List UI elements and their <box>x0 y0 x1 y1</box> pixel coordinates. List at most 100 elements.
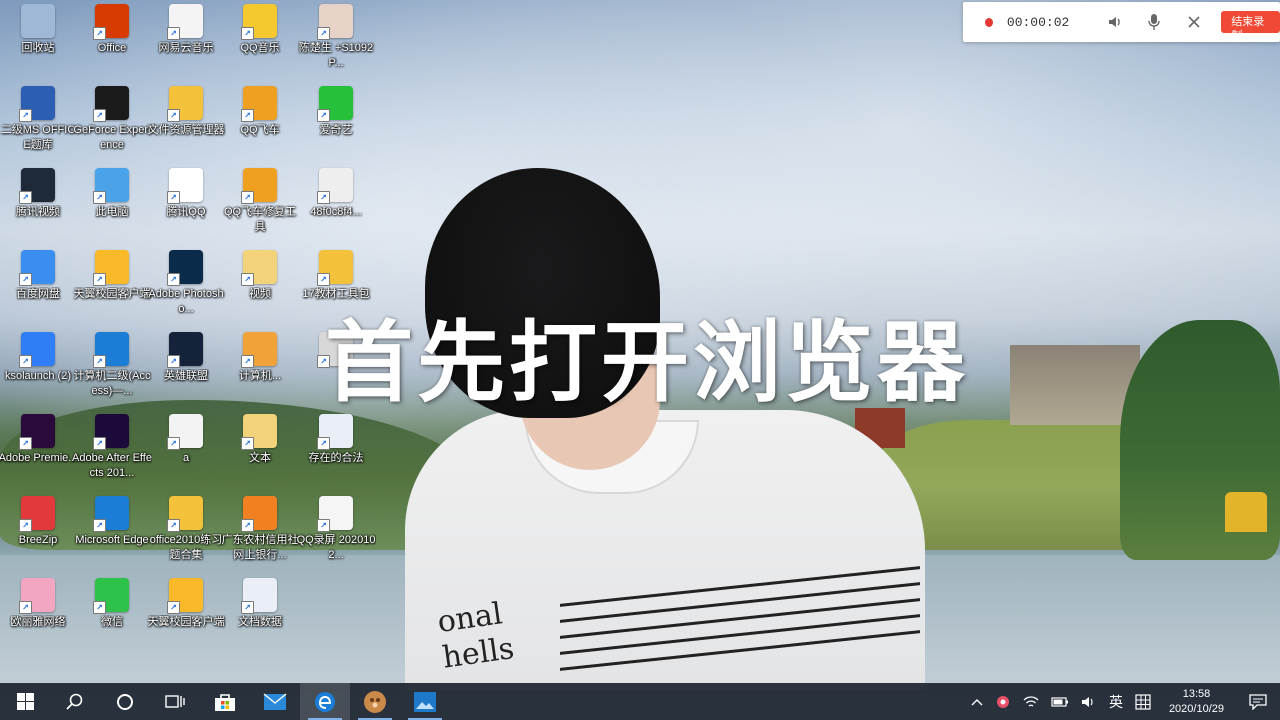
speaker-icon[interactable] <box>1105 11 1124 33</box>
desktop-icon[interactable]: ↗ 英雄联盟 <box>148 332 224 384</box>
desktop-icon[interactable]: ↗ 天翼校园客户端 <box>147 578 225 630</box>
shortcut-arrow-icon: ↗ <box>167 437 180 450</box>
tray-app-button[interactable] <box>989 683 1017 720</box>
desktop-icon[interactable]: ↗ a <box>148 414 224 466</box>
action-center-button[interactable] <box>1236 683 1280 720</box>
desktop-icon[interactable]: ↗ 存在的合法 <box>298 414 374 466</box>
clock-button[interactable]: 13:58 2020/10/29 <box>1157 687 1236 717</box>
geforce-icon: ↗ <box>93 86 129 122</box>
desktop: onal hells 回收站 ↗ Office ↗ 网易云音乐 ↗ QQ音乐 ↗ 陈楚生 +S10… <box>0 0 1280 720</box>
shortcut-arrow-icon: ↗ <box>167 27 180 40</box>
shortcut-arrow-icon: ↗ <box>19 109 32 122</box>
volume-icon <box>1081 696 1093 707</box>
desktop-icon[interactable]: ↗ QQ飞车修复工具 <box>222 168 298 235</box>
desktop-icon-label: Adobe Photosho... <box>148 288 224 315</box>
desktop-icon[interactable]: ↗ QQ音乐 <box>222 4 298 56</box>
desktop-icon[interactable]: ↗ Adobe Premie... <box>0 414 77 466</box>
input-language-button[interactable]: 英 <box>1103 683 1129 720</box>
desktop-icon[interactable]: ↗ 欧丽雅网络 <box>0 578 76 630</box>
desktop-icon-label: 网易云音乐 <box>158 42 214 54</box>
close-icon[interactable] <box>1184 11 1203 33</box>
desktop-icon[interactable]: ↗ 此电脑 <box>74 168 150 220</box>
qq-icon: ↗ <box>167 168 203 204</box>
shortcut-arrow-icon: ↗ <box>317 191 330 204</box>
desktop-icon[interactable]: ↗ 48f0c8f4... <box>298 168 374 220</box>
notification-icon <box>1249 693 1267 710</box>
desktop-icon-label: 回收站 <box>21 42 55 54</box>
mail-button[interactable] <box>250 683 300 720</box>
photos-app-button[interactable] <box>350 683 400 720</box>
desktop-icon[interactable]: ↗ GeForce Experience <box>73 86 151 153</box>
network-icon <box>1023 695 1039 707</box>
shortcut-arrow-icon: ↗ <box>241 27 254 40</box>
settings-file-icon: ↗ <box>167 414 203 450</box>
desktop-icon-label: 陈楚生 +S1092P... <box>298 42 374 69</box>
desktop-icon-label: QQ飞车修复工具 <box>223 206 297 233</box>
shortcut-arrow-icon: ↗ <box>19 355 32 368</box>
windows-icon <box>16 693 34 710</box>
desktop-icon-label: 天翼校园客户端 <box>147 616 225 628</box>
desktop-icon[interactable]: ↗ 微信 <box>74 578 150 630</box>
screenshot-app-button[interactable] <box>400 683 450 720</box>
ie-icon: ↗ <box>93 332 129 368</box>
desktop-icon[interactable]: ↗ 腾讯视频 <box>0 168 76 220</box>
desktop-icon[interactable]: ↗ 腾讯QQ <box>148 168 224 220</box>
cortana-button[interactable] <box>100 683 150 720</box>
desktop-icon[interactable]: ↗ Adobe Photosho... <box>148 250 224 317</box>
desktop-icon[interactable]: ↗ office2010练习题合集 <box>148 496 224 563</box>
desktop-icon[interactable]: 回收站 <box>0 4 76 56</box>
desktop-icon[interactable]: ↗ 广东农村信用社网上银行... <box>222 496 299 563</box>
search-icon <box>66 693 83 710</box>
desktop-icon[interactable]: ↗ QQ录屏 2020102... <box>296 496 376 563</box>
shortcut-arrow-icon: ↗ <box>167 273 180 286</box>
desktop-icon[interactable]: ↗ ksolaunch (2) <box>0 332 76 384</box>
microphone-icon[interactable] <box>1145 11 1164 33</box>
search-button[interactable] <box>50 683 100 720</box>
desktop-icon[interactable]: ↗ BreeZip <box>0 496 76 548</box>
volume-button[interactable] <box>1075 683 1103 720</box>
battery-button[interactable] <box>1045 683 1075 720</box>
folder-icon: ↗ <box>317 250 353 286</box>
picture-icon <box>414 691 436 712</box>
desktop-icon-label: 此电脑 <box>95 206 129 218</box>
desktop-icon-label: a <box>182 452 190 464</box>
task-view-button[interactable] <box>150 683 200 720</box>
video-caption: 首先打开浏览器 <box>324 310 969 414</box>
desktop-icon-label: BreeZip <box>18 534 58 546</box>
wechat-icon: ↗ <box>93 578 129 614</box>
desktop-icon-label: 文件资源管理器 <box>147 124 225 136</box>
desktop-icon[interactable]: ↗ 陈楚生 +S1092P... <box>298 4 374 71</box>
shortcut-arrow-icon: ↗ <box>317 273 330 286</box>
desktop-icon[interactable]: ↗ 网易云音乐 <box>148 4 224 56</box>
desktop-icon[interactable]: ↗ 计算机二级(Access)—... <box>74 332 151 399</box>
image-file-icon: ↗ <box>317 168 353 204</box>
desktop-icon-label: QQ录屏 2020102... <box>296 534 376 561</box>
network-button[interactable] <box>1017 683 1045 720</box>
desktop-icon[interactable]: ↗ 文档数据 <box>222 578 298 630</box>
shortcut-arrow-icon: ↗ <box>93 109 106 122</box>
desktop-icon[interactable]: ↗ Adobe After Effects 201... <box>72 414 152 481</box>
desktop-icon[interactable]: ↗ 爱奇艺 <box>298 86 374 138</box>
desktop-icon[interactable]: ↗ 天翼校园客户端 <box>73 250 151 302</box>
video-file-icon: ↗ <box>317 496 353 532</box>
store-button[interactable] <box>200 683 250 720</box>
desktop-icon-label: 二级MS OFFICE题库 <box>0 124 76 151</box>
shortcut-arrow-icon: ↗ <box>93 355 106 368</box>
desktop-icon[interactable]: ↗ 百度网盘 <box>0 250 76 302</box>
shortcut-arrow-icon: ↗ <box>93 601 106 614</box>
edge-button[interactable] <box>300 683 350 720</box>
stop-recording-button[interactable]: 结束录制 <box>1221 11 1280 42</box>
desktop-icon-label: Microsoft Edge <box>75 534 149 546</box>
desktop-icon[interactable]: ↗ QQ飞车 <box>222 86 298 138</box>
desktop-icon[interactable]: ↗ Office <box>74 4 150 56</box>
start-button[interactable] <box>0 683 50 720</box>
desktop-icon-label: 天翼校园客户端 <box>73 288 151 300</box>
wallpaper-yellow-tower <box>1225 492 1267 532</box>
desktop-icon[interactable]: ↗ 文本 <box>222 414 298 466</box>
show-hidden-icons-button[interactable] <box>965 683 989 720</box>
desktop-icon[interactable]: ↗ Microsoft Edge <box>74 496 150 548</box>
desktop-icon[interactable]: ↗ 视频 <box>222 250 298 302</box>
input-mode-button[interactable] <box>1129 683 1157 720</box>
desktop-icon[interactable]: ↗ 文件资源管理器 <box>147 86 225 138</box>
desktop-icon[interactable]: ↗ 二级MS OFFICE题库 <box>0 86 76 153</box>
